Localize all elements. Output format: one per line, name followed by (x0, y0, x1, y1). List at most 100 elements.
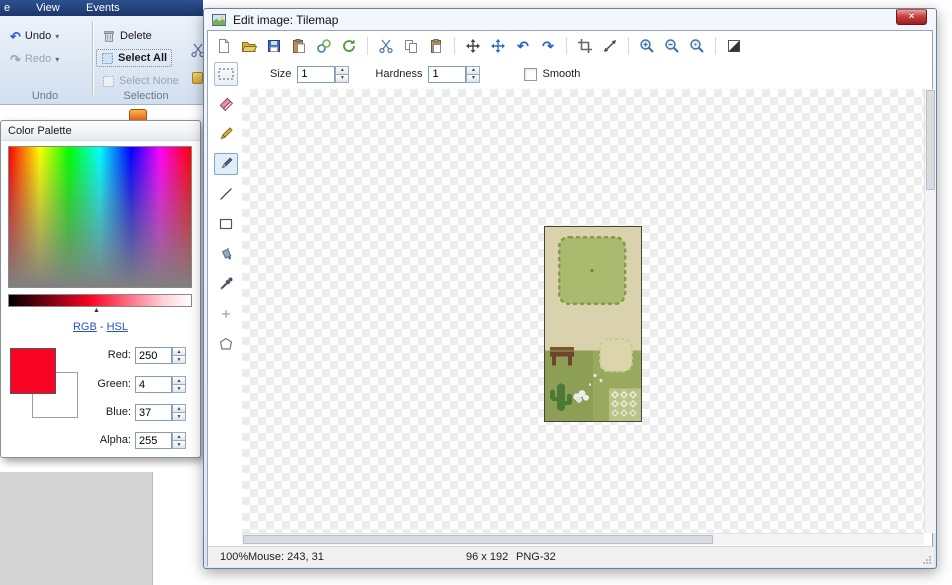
fill-tool[interactable] (214, 243, 238, 265)
clipped-icon (192, 72, 203, 84)
screen: e View Events ↶ Undo ▾ ↷ Redo ▾ Undo Del… (0, 0, 952, 585)
size-label: Size (270, 68, 291, 80)
select-all-label: Select All (118, 52, 167, 64)
paste-button[interactable] (426, 36, 446, 56)
spin-up-icon[interactable]: ▲ (172, 376, 186, 385)
vertical-scrollbar-thumb[interactable] (926, 90, 935, 190)
zoom-in-button[interactable] (637, 36, 657, 56)
select-none-button[interactable]: Select None (98, 72, 183, 90)
eyedropper-tool-icon (218, 276, 234, 292)
color-palette-titlebar[interactable]: Color Palette (1, 121, 200, 141)
clipped-scissors-icon (190, 42, 203, 58)
spin-up-icon[interactable]: ▲ (335, 66, 349, 75)
undo-group-label: Undo (0, 90, 90, 102)
crosshair-tool[interactable] (214, 303, 238, 325)
link-button[interactable] (314, 36, 334, 56)
green-stepper[interactable]: ▲▼ (172, 376, 186, 393)
zoom-in-icon (639, 38, 655, 54)
alpha-stepper[interactable]: ▲▼ (172, 432, 186, 449)
spin-up-icon[interactable]: ▲ (172, 347, 186, 356)
delete-button[interactable]: Delete (98, 27, 156, 45)
close-icon: × (909, 11, 915, 22)
undo-toolbar-button[interactable]: ↶ (513, 36, 533, 56)
menu-item-view[interactable]: View (36, 2, 60, 14)
image-size: 96 x 192 (466, 551, 508, 563)
blue-input[interactable] (135, 404, 172, 421)
rgb-link[interactable]: RGB (73, 321, 97, 333)
window-title: Edit image: Tilemap (233, 13, 338, 27)
rectangle-tool[interactable] (214, 213, 238, 235)
pencil-tool[interactable] (214, 123, 238, 145)
resize-grip[interactable] (922, 555, 932, 565)
cut-button[interactable] (376, 36, 396, 56)
menu-item-events[interactable]: Events (86, 2, 120, 14)
copy-icon (403, 38, 419, 54)
undo-button[interactable]: ↶ Undo ▾ (6, 27, 63, 45)
blue-stepper[interactable]: ▲▼ (172, 404, 186, 421)
paste-special-button[interactable] (289, 36, 309, 56)
redo-button[interactable]: ↷ Redo ▾ (6, 50, 63, 68)
vertical-scrollbar[interactable] (924, 89, 936, 533)
invert-button[interactable] (724, 36, 744, 56)
red-input[interactable] (135, 347, 172, 364)
hue-saturation-picker[interactable] (8, 146, 192, 288)
close-button[interactable]: × (896, 9, 927, 25)
brush-tool[interactable] (214, 153, 238, 175)
window-titlebar[interactable]: Edit image: Tilemap (204, 9, 936, 30)
refresh-button[interactable] (339, 36, 359, 56)
shade-slider-marker[interactable]: ▲ (93, 307, 100, 314)
app-menubar: e View Events (0, 0, 203, 16)
current-color-swatch[interactable] (10, 348, 56, 394)
shade-slider[interactable] (8, 294, 192, 307)
crop-button[interactable] (575, 36, 595, 56)
size-field: ▲▼ (297, 66, 349, 83)
toolbar-separator (454, 37, 455, 55)
open-button[interactable] (239, 36, 259, 56)
spin-up-icon[interactable]: ▲ (466, 66, 480, 75)
size-input[interactable] (297, 66, 335, 83)
horizontal-scrollbar-thumb[interactable] (243, 535, 713, 544)
rectangle-tool-icon (218, 216, 234, 232)
smooth-checkbox[interactable] (524, 68, 537, 81)
spin-down-icon[interactable]: ▼ (172, 441, 186, 449)
zoom-actual-button[interactable] (687, 36, 707, 56)
redo-toolbar-button[interactable]: ↷ (538, 36, 558, 56)
hardness-input[interactable] (428, 66, 466, 83)
spin-up-icon[interactable]: ▲ (172, 404, 186, 413)
redo-label: Redo (25, 53, 51, 65)
zoom-out-button[interactable] (662, 36, 682, 56)
tilemap-image (544, 226, 642, 422)
spin-down-icon[interactable]: ▼ (172, 413, 186, 421)
hsl-link[interactable]: HSL (107, 321, 128, 333)
red-stepper[interactable]: ▲▼ (172, 347, 186, 364)
save-button[interactable] (264, 36, 284, 56)
copy-button[interactable] (401, 36, 421, 56)
undo-icon: ↶ (517, 39, 529, 53)
polygon-tool[interactable] (214, 333, 238, 355)
resize-canvas-button[interactable] (600, 36, 620, 56)
new-image-button[interactable] (214, 36, 234, 56)
delete-label: Delete (120, 30, 152, 42)
menu-item-file-fragment[interactable]: e (4, 2, 10, 14)
alpha-input[interactable] (135, 432, 172, 449)
spin-down-icon[interactable]: ▼ (335, 75, 349, 83)
image-canvas[interactable] (242, 89, 924, 533)
eyedropper-tool[interactable] (214, 273, 238, 295)
pan-button[interactable] (488, 36, 508, 56)
eraser-tool[interactable] (214, 93, 238, 115)
move-button[interactable] (463, 36, 483, 56)
fill-tool-icon (218, 246, 234, 262)
line-tool[interactable] (214, 183, 238, 205)
spin-down-icon[interactable]: ▼ (172, 385, 186, 393)
select-all-button[interactable]: Select All (96, 49, 172, 67)
green-input[interactable] (135, 376, 172, 393)
ribbon-separator (92, 21, 93, 95)
horizontal-scrollbar[interactable] (242, 533, 924, 545)
size-stepper[interactable]: ▲▼ (335, 66, 349, 83)
spin-down-icon[interactable]: ▼ (172, 356, 186, 364)
spin-down-icon[interactable]: ▼ (466, 75, 480, 83)
hardness-stepper[interactable]: ▲▼ (466, 66, 480, 83)
marquee-select-button[interactable] (214, 62, 238, 86)
spin-up-icon[interactable]: ▲ (172, 432, 186, 441)
tilemap-pixels (545, 227, 641, 421)
